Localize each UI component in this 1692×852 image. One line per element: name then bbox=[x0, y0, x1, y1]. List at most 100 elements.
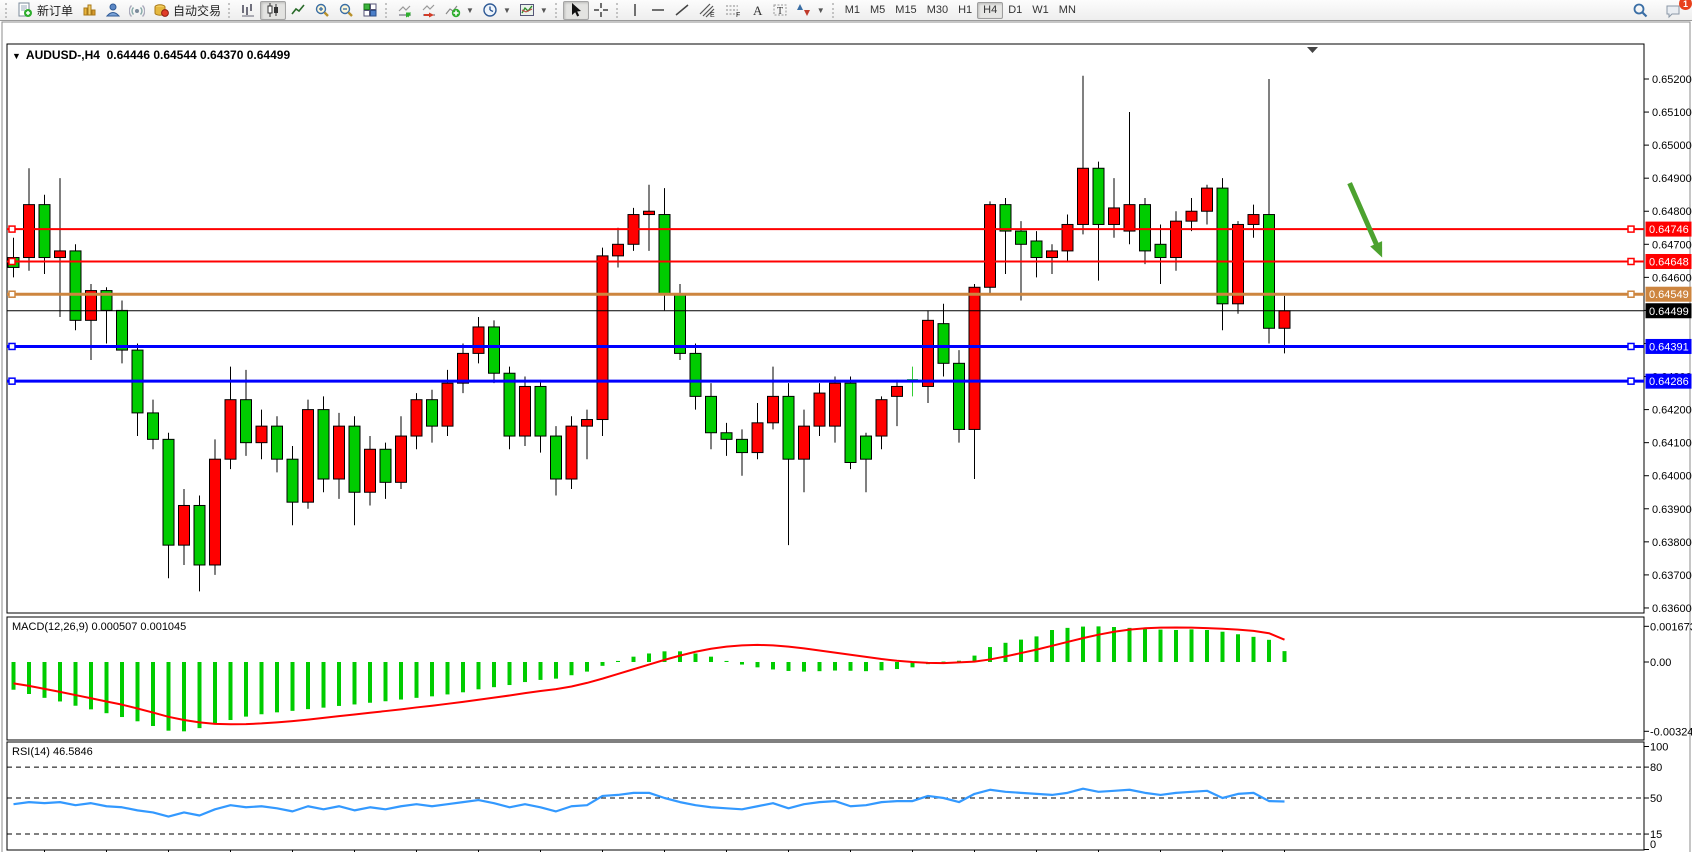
macd-panel bbox=[7, 617, 1644, 740]
candle-body bbox=[923, 320, 934, 386]
symbols-button[interactable] bbox=[77, 1, 101, 20]
chart-plot[interactable]: 0.652000.651000.650000.649000.648000.647… bbox=[0, 21, 1692, 852]
indicators-button[interactable]: ▼ bbox=[441, 1, 478, 20]
toolbar: 新订单 自动交易 bbox=[0, 0, 1692, 21]
profile-button[interactable] bbox=[101, 1, 125, 20]
chart-bars-button[interactable] bbox=[236, 1, 260, 20]
macd-histogram-bar bbox=[709, 657, 713, 662]
level-endpoint-marker[interactable] bbox=[9, 291, 15, 297]
toolbar-grip bbox=[832, 3, 837, 18]
macd-histogram-bar bbox=[337, 662, 341, 706]
cursor-tool-button[interactable] bbox=[563, 1, 589, 20]
price-level-badge-text: 0.64286 bbox=[1649, 376, 1689, 388]
candle-body bbox=[1155, 244, 1166, 257]
candle-body bbox=[334, 426, 345, 479]
zoom-out-button[interactable] bbox=[334, 1, 358, 20]
level-endpoint-marker[interactable] bbox=[9, 258, 15, 264]
candle-body bbox=[1078, 168, 1089, 224]
candle-body bbox=[690, 353, 701, 396]
macd-histogram-bar bbox=[368, 662, 372, 703]
macd-histogram-bar bbox=[554, 662, 558, 679]
vline-tool-button[interactable] bbox=[624, 1, 646, 20]
level-endpoint-marker[interactable] bbox=[9, 343, 15, 349]
symbols-icon bbox=[81, 2, 97, 18]
level-endpoint-marker[interactable] bbox=[9, 226, 15, 232]
auto-trading-button[interactable]: 自动交易 bbox=[149, 1, 225, 20]
macd-histogram-bar bbox=[1128, 628, 1132, 662]
auto-scroll-button[interactable] bbox=[393, 1, 417, 20]
chart-shift-button[interactable] bbox=[417, 1, 441, 20]
candle-body bbox=[163, 439, 174, 545]
tf-d1-button[interactable]: D1 bbox=[1003, 2, 1027, 19]
candle-body bbox=[256, 426, 267, 443]
macd-tick-label: 0.001673 bbox=[1650, 621, 1692, 633]
candle-body bbox=[365, 449, 376, 492]
chart-title: ▼AUDUSD-,H4 0.64446 0.64544 0.64370 0.64… bbox=[12, 48, 290, 62]
candle-body bbox=[458, 353, 469, 383]
tf-m1-button[interactable]: M1 bbox=[840, 2, 865, 19]
level-endpoint-marker[interactable] bbox=[1628, 343, 1634, 349]
macd-histogram-bar bbox=[322, 662, 326, 708]
candle-body bbox=[768, 396, 779, 422]
equidistant-channel-button[interactable]: E bbox=[694, 1, 720, 20]
price-tick-label: 0.64200 bbox=[1652, 405, 1692, 417]
macd-histogram-bar bbox=[632, 657, 636, 662]
tf-m15-button[interactable]: M15 bbox=[890, 2, 921, 19]
tf-h1-button[interactable]: H1 bbox=[953, 2, 977, 19]
candle-body bbox=[1186, 211, 1197, 221]
level-endpoint-marker[interactable] bbox=[1628, 258, 1634, 264]
macd-histogram-bar bbox=[570, 662, 574, 675]
search-icon bbox=[1632, 2, 1649, 19]
level-endpoint-marker[interactable] bbox=[1628, 378, 1634, 384]
macd-histogram-bar bbox=[694, 653, 698, 662]
fibonacci-tool-button[interactable]: F bbox=[720, 1, 746, 20]
candle-body bbox=[985, 205, 996, 288]
new-order-icon bbox=[17, 2, 33, 18]
symbol-dropdown-icon[interactable]: ▼ bbox=[12, 51, 21, 61]
macd-histogram-bar bbox=[1205, 630, 1209, 662]
macd-histogram-bar bbox=[1190, 629, 1194, 662]
signal-button[interactable] bbox=[125, 1, 149, 20]
chart-line-button[interactable] bbox=[286, 1, 310, 20]
price-tick-label: 0.65200 bbox=[1652, 74, 1692, 86]
clock-icon bbox=[482, 2, 498, 18]
macd-histogram-bar bbox=[1236, 634, 1240, 662]
tf-h4-button[interactable]: H4 bbox=[977, 2, 1003, 19]
candle-body bbox=[287, 459, 298, 502]
text-tool-button[interactable]: A bbox=[746, 1, 768, 20]
tf-m30-button[interactable]: M30 bbox=[922, 2, 953, 19]
macd-histogram-bar bbox=[27, 662, 31, 694]
crosshair-tool-button[interactable] bbox=[589, 1, 613, 20]
trendline-tool-button[interactable] bbox=[670, 1, 694, 20]
candle-body bbox=[396, 436, 407, 482]
notifications-button[interactable]: 1 bbox=[1661, 1, 1686, 20]
macd-histogram-bar bbox=[151, 662, 155, 726]
price-level-badge-text: 0.64499 bbox=[1649, 306, 1689, 318]
toolbar-grip bbox=[5, 3, 10, 18]
level-endpoint-marker[interactable] bbox=[1628, 226, 1634, 232]
tf-w1-button[interactable]: W1 bbox=[1027, 2, 1054, 19]
profile-icon bbox=[105, 2, 121, 18]
periods-button[interactable]: ▼ bbox=[478, 1, 515, 20]
symbol-period-label: AUDUSD-,H4 bbox=[26, 48, 100, 62]
zoom-in-button[interactable] bbox=[310, 1, 334, 20]
price-tick-label: 0.64000 bbox=[1652, 471, 1692, 483]
tf-mn-button[interactable]: MN bbox=[1054, 2, 1081, 19]
new-order-button[interactable]: 新订单 bbox=[13, 1, 77, 20]
tile-windows-button[interactable] bbox=[358, 1, 382, 20]
level-endpoint-marker[interactable] bbox=[1628, 291, 1634, 297]
level-endpoint-marker[interactable] bbox=[9, 378, 15, 384]
candle-body bbox=[349, 426, 360, 492]
toolbar-grip bbox=[555, 3, 560, 18]
candle-body bbox=[520, 386, 531, 436]
tf-m5-button[interactable]: M5 bbox=[865, 2, 890, 19]
candle-body bbox=[876, 400, 887, 436]
chart-candles-button[interactable] bbox=[260, 1, 286, 20]
arrows-tool-button[interactable]: ▼ bbox=[792, 1, 829, 20]
search-button[interactable] bbox=[1628, 1, 1653, 20]
candle-body bbox=[194, 505, 205, 565]
hline-tool-button[interactable] bbox=[646, 1, 670, 20]
text-label-tool-button[interactable]: T bbox=[768, 1, 792, 20]
templates-button[interactable]: ▼ bbox=[515, 1, 552, 20]
svg-text:F: F bbox=[736, 12, 740, 18]
